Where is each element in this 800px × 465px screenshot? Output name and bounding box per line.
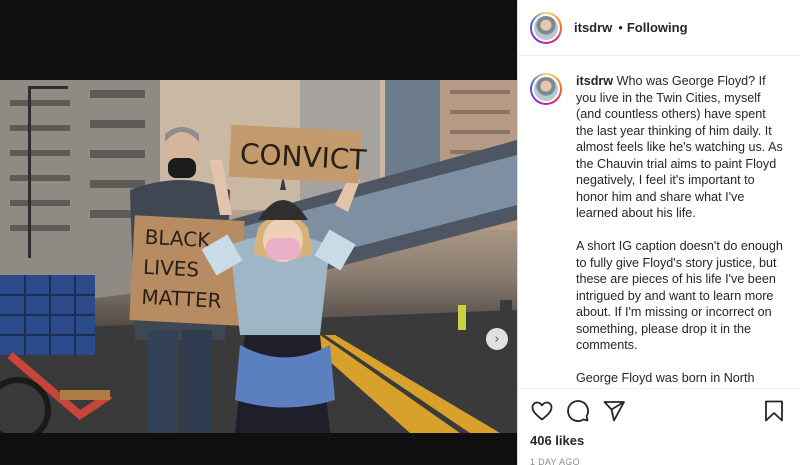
post-timestamp[interactable]: 1 DAY AGO — [530, 457, 786, 465]
post-header: itsdrw • Following ••• — [518, 0, 800, 56]
comments-section[interactable]: itsdrw Who was George Floyd? If you live… — [518, 57, 800, 388]
comment-icon[interactable] — [566, 399, 590, 423]
likes-count[interactable]: 406 likes — [530, 433, 786, 448]
svg-text:MATTER: MATTER — [141, 285, 222, 313]
header-username[interactable]: itsdrw — [574, 20, 612, 35]
chevron-right-icon: › — [494, 331, 500, 347]
caption-username[interactable]: itsdrw — [576, 74, 613, 88]
bookmark-icon[interactable] — [762, 399, 786, 423]
post-sidebar: itsdrw • Following ••• itsdrw Who was Ge… — [517, 0, 800, 465]
svg-text:BLACK: BLACK — [144, 225, 212, 252]
action-bar — [530, 397, 786, 425]
svg-text:CONVICT: CONVICT — [239, 137, 368, 177]
photo-illustration: BLACK LIVES MATTER CONVICT — [0, 80, 517, 433]
caption-text: Who was George Floyd? If you live in the… — [576, 74, 783, 388]
svg-text:LIVES: LIVES — [142, 255, 199, 282]
following-button[interactable]: Following — [627, 20, 688, 35]
avatar[interactable] — [530, 11, 562, 44]
media-pane: BLACK LIVES MATTER CONVICT › — [0, 0, 517, 465]
share-icon[interactable] — [602, 399, 626, 423]
caption-body: itsdrw Who was George Floyd? If you live… — [576, 73, 786, 388]
post-actions: 406 likes 1 DAY AGO — [518, 388, 800, 465]
next-photo-button[interactable]: › — [486, 328, 508, 350]
heart-icon[interactable] — [530, 399, 554, 423]
separator-dot: • — [618, 20, 623, 35]
caption: itsdrw Who was George Floyd? If you live… — [530, 73, 786, 388]
caption-avatar[interactable] — [530, 73, 562, 105]
post-photo[interactable]: BLACK LIVES MATTER CONVICT › — [0, 80, 517, 433]
